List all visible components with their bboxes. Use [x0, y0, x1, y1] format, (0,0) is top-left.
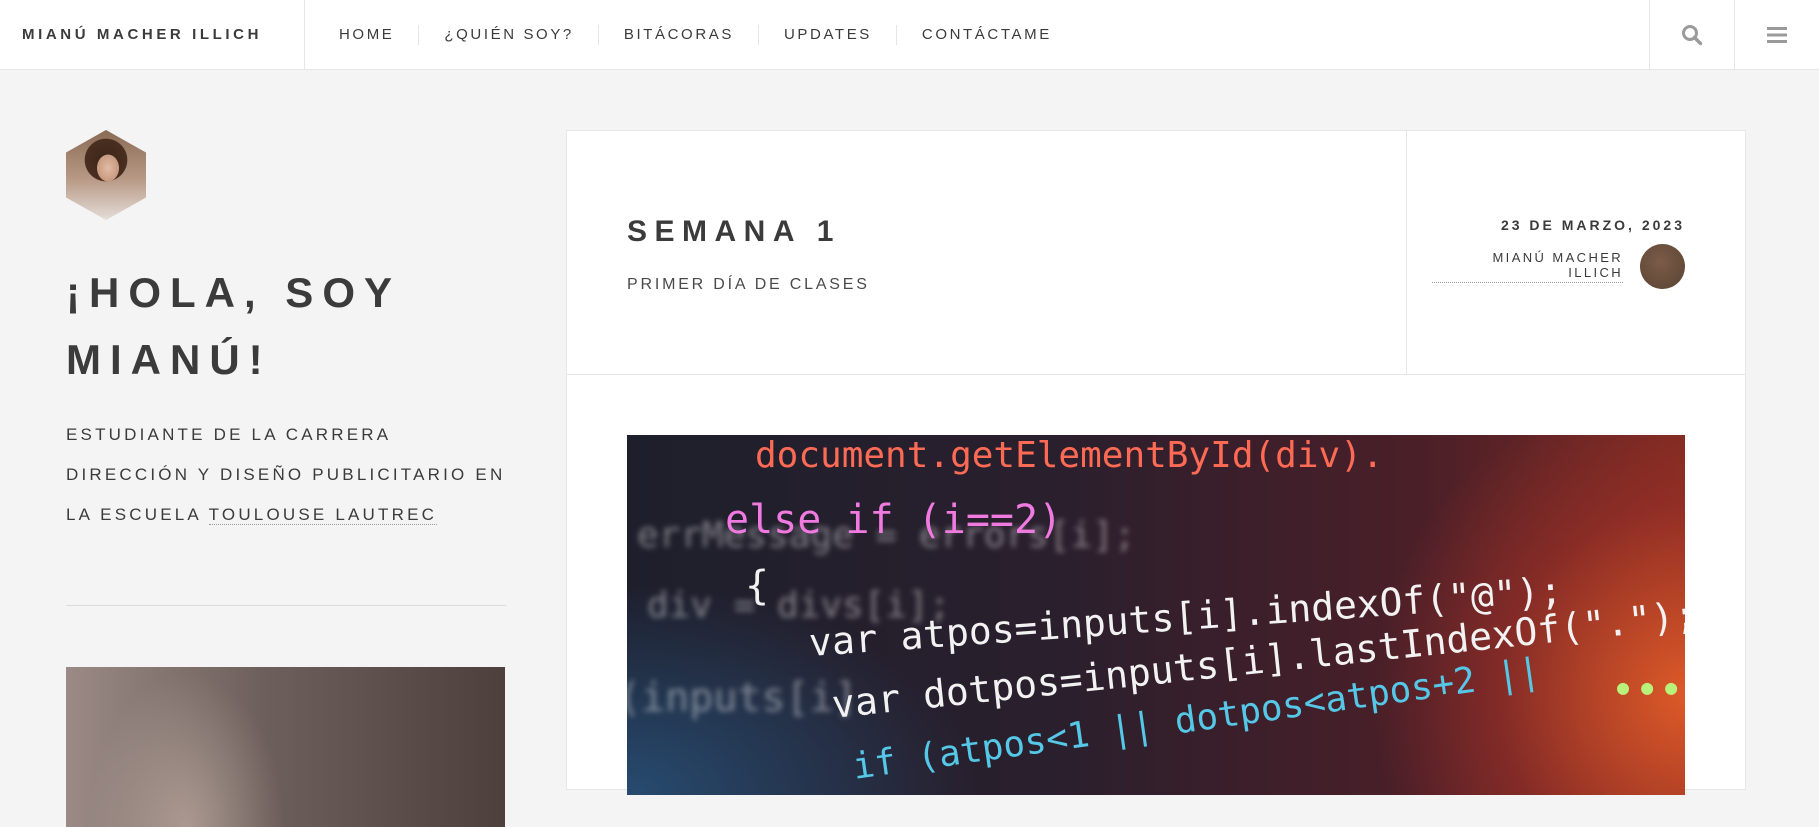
code-line-1: document.getElementById(div).: [755, 435, 1384, 476]
hamburger-menu-icon: [1767, 26, 1787, 43]
sidebar-divider: [66, 605, 506, 606]
nav-item-contact[interactable]: CONTÁCTAME: [895, 24, 1076, 45]
greeting-line-2: MIANÚ!: [66, 336, 272, 383]
sidebar: ¡HOLA, SOY MIANÚ! ESTUDIANTE DE LA CARRE…: [66, 130, 506, 827]
menu-button[interactable]: [1734, 0, 1819, 69]
post-header: SEMANA 1 PRIMER DÍA DE CLASES 23 DE MARZ…: [567, 131, 1745, 375]
sidebar-intro: ESTUDIANTE DE LA CARRERA DIRECCIÓN Y DIS…: [66, 415, 506, 535]
sidebar-image: [66, 667, 505, 827]
site-brand-link[interactable]: MIANÚ MACHER ILLICH: [0, 0, 305, 69]
top-navbar: MIANÚ MACHER ILLICH HOME ¿QUIÉN SOY? BIT…: [0, 0, 1819, 70]
nav-item-updates[interactable]: UPDATES: [757, 24, 896, 45]
nav-item-logs[interactable]: BITÁCORAS: [597, 24, 758, 45]
intro-line-1: ESTUDIANTE DE LA CARRERA: [66, 425, 392, 444]
school-link[interactable]: TOULOUSE LAUTREC: [208, 505, 438, 525]
post-featured-image[interactable]: errMessage = errors[i]; div = divs[i]; (…: [627, 435, 1685, 795]
code-line-1-text: document.getElementById(div).: [755, 435, 1384, 476]
code-dots: ● ● ●: [1617, 675, 1678, 699]
post-date[interactable]: 23 DE MARZO, 2023: [1432, 217, 1685, 233]
post-card: SEMANA 1 PRIMER DÍA DE CLASES 23 DE MARZ…: [566, 130, 1746, 795]
post-title-box: SEMANA 1 PRIMER DÍA DE CLASES: [567, 131, 1406, 374]
intro-line-3: LA ESCUELA: [66, 505, 209, 524]
post-meta: 23 DE MARZO, 2023 MIANÚ MACHER ILLICH: [1406, 131, 1745, 374]
code-line-2: else if (i==2): [725, 497, 1063, 543]
nav-item-about[interactable]: ¿QUIÉN SOY?: [418, 24, 597, 45]
search-icon: [1682, 24, 1703, 45]
post-title[interactable]: SEMANA 1: [627, 215, 1406, 249]
main-nav: HOME ¿QUIÉN SOY? BITÁCORAS UPDATES CONTÁ…: [305, 0, 1649, 69]
nav-item-home[interactable]: HOME: [315, 25, 418, 45]
greeting-line-1: ¡HOLA, SOY: [66, 269, 402, 316]
author-link[interactable]: MIANÚ MACHER ILLICH: [1432, 250, 1624, 283]
sidebar-greeting: ¡HOLA, SOY MIANÚ!: [66, 259, 506, 393]
author-avatar[interactable]: [1640, 244, 1685, 289]
search-button[interactable]: [1649, 0, 1734, 69]
post-subtitle: PRIMER DÍA DE CLASES: [627, 276, 870, 293]
profile-avatar: [66, 130, 146, 220]
code-bg-line: (inputs[i]: [627, 675, 858, 721]
author-row: MIANÚ MACHER ILLICH: [1432, 244, 1685, 289]
intro-line-2: DIRECCIÓN Y DISEÑO PUBLICITARIO EN: [66, 465, 506, 484]
code-line-3: {: [745, 563, 770, 609]
